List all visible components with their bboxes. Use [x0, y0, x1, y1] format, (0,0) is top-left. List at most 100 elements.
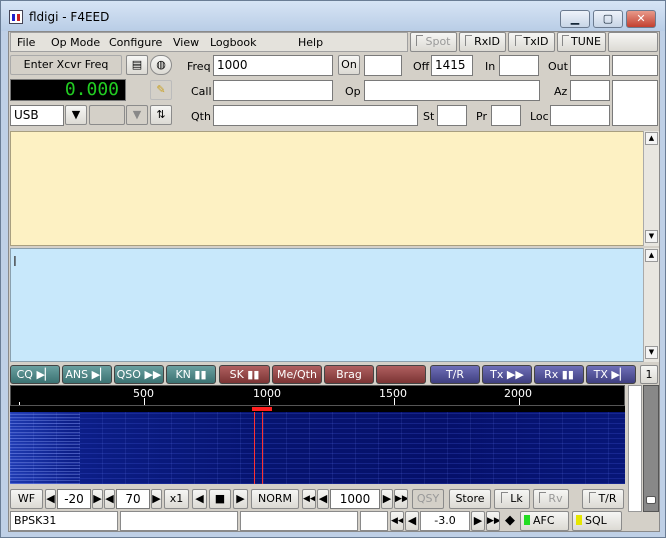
- text-cursor-icon: I: [13, 255, 17, 270]
- freq-field[interactable]: 1000: [213, 55, 333, 76]
- title-bar[interactable]: fldigi - F4EED ▁ ▢ ✕: [1, 1, 665, 31]
- on-time-field[interactable]: [364, 55, 402, 76]
- frequency-scale[interactable]: 500 1000 1500 2000: [10, 385, 625, 406]
- scroll-up-icon[interactable]: ▲: [645, 132, 658, 145]
- macro-me-qth[interactable]: Me/Qth: [272, 365, 322, 384]
- minimize-button[interactable]: ▁: [560, 10, 590, 28]
- macro-sk[interactable]: SK ▮▮: [219, 365, 270, 384]
- scroll-down-icon[interactable]: ▼: [645, 346, 658, 359]
- rst-out-field[interactable]: [570, 55, 610, 76]
- spot-toggle[interactable]: Spot: [410, 32, 457, 52]
- menu-help[interactable]: Help: [298, 36, 323, 49]
- diamond-icon[interactable]: ◆: [502, 511, 518, 531]
- macro-brag[interactable]: Brag: [324, 365, 374, 384]
- extra-field[interactable]: [612, 55, 658, 76]
- store-button[interactable]: Store: [449, 489, 491, 509]
- rig-config-button[interactable]: ▤: [126, 55, 148, 75]
- menu-file[interactable]: File: [17, 36, 35, 49]
- freq-up-button[interactable]: ▶: [381, 489, 393, 509]
- macro-kn[interactable]: KN ▮▮: [166, 365, 216, 384]
- qsy-button[interactable]: QSY: [412, 489, 444, 509]
- macro-qso[interactable]: QSO ▶▶: [114, 365, 164, 384]
- spare-toggle[interactable]: [608, 32, 658, 52]
- range-down-button[interactable]: ◀: [104, 489, 115, 509]
- menu-view[interactable]: View: [173, 36, 199, 49]
- macro-tx-end[interactable]: TX ▶▏: [586, 365, 636, 384]
- menu-op-mode[interactable]: Op Mode: [51, 36, 100, 49]
- menu-logbook[interactable]: Logbook: [210, 36, 256, 49]
- slower-button[interactable]: ◀: [192, 489, 207, 509]
- freq-fast-down-button[interactable]: ◀◀: [302, 489, 316, 509]
- save-button[interactable]: ⇅: [150, 105, 172, 125]
- stop-button[interactable]: ■: [209, 489, 231, 509]
- macro-empty[interactable]: [376, 365, 426, 384]
- waterfall-freq-field[interactable]: 1000: [330, 489, 380, 509]
- squelch-slider[interactable]: [643, 385, 659, 512]
- clear-button[interactable]: ✎: [150, 80, 172, 100]
- tr-toggle[interactable]: T/R: [582, 489, 624, 509]
- province-field[interactable]: [491, 105, 521, 126]
- level-up-button[interactable]: ▶: [92, 489, 103, 509]
- xcvr-freq-display[interactable]: 0.000: [10, 79, 126, 101]
- off-time-field[interactable]: 1415: [431, 55, 473, 76]
- qth-field[interactable]: [213, 105, 418, 126]
- level-field[interactable]: -20: [57, 489, 91, 509]
- mode-dropdown-button[interactable]: ▼: [65, 105, 87, 125]
- macro-page-button[interactable]: 1: [640, 365, 658, 384]
- transmit-scrollbar[interactable]: ▲ ▼: [643, 248, 659, 362]
- receive-scrollbar[interactable]: ▲ ▼: [643, 131, 659, 246]
- snr-down-button[interactable]: ◀: [405, 511, 419, 531]
- macro-tx[interactable]: Tx ▶▶: [482, 365, 532, 384]
- snr-fast-down-button[interactable]: ◀◀: [390, 511, 404, 531]
- slider-thumb[interactable]: [646, 496, 656, 504]
- call-field[interactable]: [213, 80, 333, 101]
- snr-fast-up-button[interactable]: ▶▶: [486, 511, 500, 531]
- macro-rx[interactable]: Rx ▮▮: [534, 365, 584, 384]
- state-field[interactable]: [437, 105, 467, 126]
- tune-toggle[interactable]: TUNE: [557, 32, 606, 52]
- sql-toggle[interactable]: SQL: [572, 511, 622, 531]
- maximize-button[interactable]: ▢: [593, 10, 623, 28]
- lock-toggle[interactable]: Lk: [494, 489, 530, 509]
- scroll-down-icon[interactable]: ▼: [645, 230, 658, 243]
- snr-field[interactable]: -3.0: [420, 511, 470, 531]
- on-button[interactable]: On: [338, 55, 360, 75]
- level-down-button[interactable]: ◀: [45, 489, 56, 509]
- globe-button[interactable]: ◍: [150, 55, 172, 75]
- fast-forward-icon: ▶▶: [144, 368, 162, 381]
- faster-button[interactable]: ▶: [233, 489, 248, 509]
- txid-toggle[interactable]: TxID: [508, 32, 555, 52]
- reverse-toggle[interactable]: Rv: [533, 489, 569, 509]
- chevron-left-icon: ◀: [105, 492, 114, 505]
- op-name-field[interactable]: [364, 80, 540, 101]
- range-field[interactable]: 70: [116, 489, 150, 509]
- afc-toggle[interactable]: AFC: [520, 511, 569, 531]
- speed-norm-button[interactable]: NORM: [251, 489, 299, 509]
- transmit-text-pane[interactable]: I: [10, 248, 644, 362]
- bandwidth-select[interactable]: [89, 105, 125, 125]
- macro-t-r[interactable]: T/R: [430, 365, 480, 384]
- close-button[interactable]: ✕: [626, 10, 656, 28]
- receive-text-pane[interactable]: [10, 131, 644, 246]
- extra-tall-field[interactable]: [612, 80, 658, 126]
- rxid-toggle[interactable]: RxID: [459, 32, 506, 52]
- snr-up-button[interactable]: ▶: [471, 511, 485, 531]
- macro-ans[interactable]: ANS ▶▏: [62, 365, 112, 384]
- freq-fast-up-button[interactable]: ▶▶: [394, 489, 408, 509]
- menu-configure[interactable]: Configure: [109, 36, 162, 49]
- out-label: Out: [548, 60, 568, 73]
- freq-down-button[interactable]: ◀: [317, 489, 329, 509]
- mode-status[interactable]: BPSK31: [10, 511, 118, 531]
- scale-label-2000: 2000: [504, 387, 532, 400]
- bandwidth-dropdown-button[interactable]: ▼: [126, 105, 148, 125]
- macro-cq[interactable]: CQ ▶▏: [10, 365, 60, 384]
- wf-mode-button[interactable]: WF: [10, 489, 43, 509]
- scroll-up-icon[interactable]: ▲: [645, 249, 658, 262]
- mode-select[interactable]: USB: [10, 105, 64, 126]
- waterfall-display[interactable]: [10, 412, 625, 484]
- azimuth-field[interactable]: [570, 80, 610, 101]
- rst-in-field[interactable]: [499, 55, 539, 76]
- locator-field[interactable]: [550, 105, 610, 126]
- range-up-button[interactable]: ▶: [151, 489, 162, 509]
- zoom-button[interactable]: x1: [164, 489, 189, 509]
